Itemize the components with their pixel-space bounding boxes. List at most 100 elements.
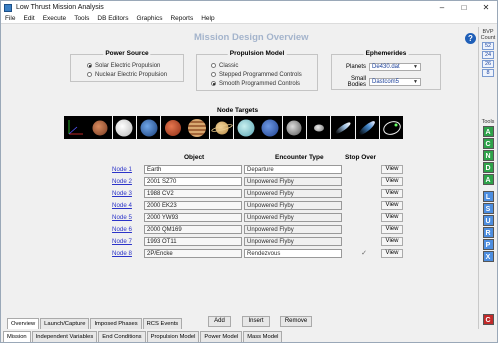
view-button[interactable]: View [381,200,403,210]
object-field[interactable]: 2000 QM169 [144,224,242,234]
encounter-type-field[interactable]: Unpowered Flyby [244,224,342,234]
target-comet-tail-icon[interactable] [355,116,380,139]
tool-n-button[interactable]: N [482,150,494,161]
node-link[interactable]: Node 7 [112,238,140,245]
tool-s-button[interactable]: S [482,203,494,214]
target-uranus-icon[interactable] [234,116,258,139]
encounter-type-field[interactable]: Unpowered Flyby [244,236,342,246]
view-button[interactable]: View [381,164,403,174]
radio-dot [211,63,216,68]
node-link[interactable]: Node 8 [112,250,140,257]
object-field[interactable]: 1988 CV2 [144,188,242,198]
encounter-type-field[interactable]: Rendezvous [244,248,342,258]
target-saturn-icon[interactable] [209,116,234,139]
encounter-type-field[interactable]: Unpowered Flyby [244,188,342,198]
encounter-column-header: Encounter Type [275,154,324,161]
tool-x-button[interactable]: X [482,251,494,262]
view-button[interactable]: View [381,188,403,198]
node-link[interactable]: Node 3 [112,190,140,197]
tool-a-button[interactable]: A [482,126,494,137]
tab-propulsion-model[interactable]: Propulsion Model [146,331,200,342]
node-link[interactable]: Node 5 [112,214,140,221]
radio-nuclear-electric[interactable]: Nuclear Electric Propulsion [87,70,167,79]
radio-stepped-controls[interactable]: Stepped Programmed Controls [211,70,302,79]
radio-solar-electric[interactable]: Solar Electric Propulsion [87,61,167,70]
node-link[interactable]: Node 2 [112,178,140,185]
tab-end-conditions[interactable]: End Conditions [98,331,146,342]
tab-power-model[interactable]: Power Model [200,331,243,342]
target-earth-icon[interactable] [136,116,161,139]
tool-u-button[interactable]: U [482,215,494,226]
tab-mission[interactable]: Mission [3,331,31,342]
bvp-count-1[interactable]: 52 [482,42,494,50]
target-jupiter-icon[interactable] [185,116,209,139]
encounter-type-field[interactable]: Unpowered Flyby [244,200,342,210]
radio-classic[interactable]: Classic [211,61,302,70]
view-button[interactable]: View [381,236,403,246]
close-icon[interactable]: ✕ [475,1,497,14]
target-neptune-icon[interactable] [258,116,282,139]
help-icon[interactable]: ? [465,33,476,44]
node-link[interactable]: Node 6 [112,226,140,233]
tool-p-button[interactable]: P [482,239,494,250]
view-button[interactable]: View [381,248,403,258]
tool-l-button[interactable]: L [482,191,494,202]
menu-db-editors[interactable]: DB Editors [93,15,132,22]
view-button[interactable]: View [381,212,403,222]
tool-c-red-button[interactable]: C [482,314,494,325]
tab-overview[interactable]: Overview [7,318,40,329]
bvp-count-4[interactable]: 8 [482,69,494,77]
object-field[interactable]: Earth [144,164,242,174]
menu-help[interactable]: Help [197,15,218,22]
object-field[interactable]: 2001 SZ70 [144,176,242,186]
menu-edit[interactable]: Edit [19,15,38,22]
maximize-icon[interactable]: □ [453,1,475,14]
menu-reports[interactable]: Reports [166,15,197,22]
object-field[interactable]: 2P/Encke [144,248,242,258]
insert-button[interactable]: Insert [242,316,270,327]
title-bar: Low Thrust Mission Analysis – □ ✕ [1,1,497,14]
target-moon-icon[interactable] [282,116,307,139]
node-link[interactable]: Node 1 [112,166,140,173]
radio-smooth-controls[interactable]: Smooth Programmed Controls [211,79,302,88]
add-button[interactable]: Add [208,316,231,327]
tab-mass-model[interactable]: Mass Model [243,331,283,342]
tab-rcs-events[interactable]: RCS Events [142,318,183,329]
small-bodies-select[interactable]: Dastcom5 ▼ [369,78,421,86]
menu-graphics[interactable]: Graphics [132,15,166,22]
tool-c-button[interactable]: C [482,138,494,149]
target-comet-icon[interactable] [331,116,355,139]
target-mercury-icon[interactable] [88,116,112,139]
target-mars-icon[interactable] [161,116,185,139]
object-field[interactable]: 2000 EK23 [144,200,242,210]
tool-r-button[interactable]: R [482,227,494,238]
remove-button[interactable]: Remove [280,316,312,327]
tab-launch-capture[interactable]: Launch/Capture [40,318,90,329]
target-asteroid-icon[interactable] [306,116,331,139]
minimize-icon[interactable]: – [431,1,453,14]
object-column-header: Object [184,154,205,161]
tab-independent-variables[interactable]: Independent Variables [31,331,98,342]
target-orbit-icon[interactable] [379,116,404,139]
target-axes-icon[interactable] [64,116,88,139]
planets-select[interactable]: De430.dat ▼ [369,63,421,71]
tool-d-button[interactable]: D [482,162,494,173]
object-field[interactable]: 1993 OT11 [144,236,242,246]
bvp-count-2[interactable]: 24 [482,51,494,59]
bvp-count-3[interactable]: 26 [482,60,494,68]
tab-imposed-phases[interactable]: Imposed Phases [90,318,142,329]
encounter-type-field[interactable]: Departure [244,164,342,174]
encounter-type-field[interactable]: Unpowered Flyby [244,176,342,186]
node-link[interactable]: Node 4 [112,202,140,209]
menu-file[interactable]: File [1,15,19,22]
view-button[interactable]: View [381,224,403,234]
menu-execute[interactable]: Execute [39,15,71,22]
target-venus-icon[interactable] [112,116,137,139]
node-row: Node 3 1988 CV2 Unpowered Flyby View [112,188,403,198]
menu-tools[interactable]: Tools [70,15,93,22]
object-field[interactable]: 2000 YW93 [144,212,242,222]
tool-a2-button[interactable]: A [482,174,494,185]
radio-dot-selected [211,81,216,86]
encounter-type-field[interactable]: Unpowered Flyby [244,212,342,222]
view-button[interactable]: View [381,176,403,186]
